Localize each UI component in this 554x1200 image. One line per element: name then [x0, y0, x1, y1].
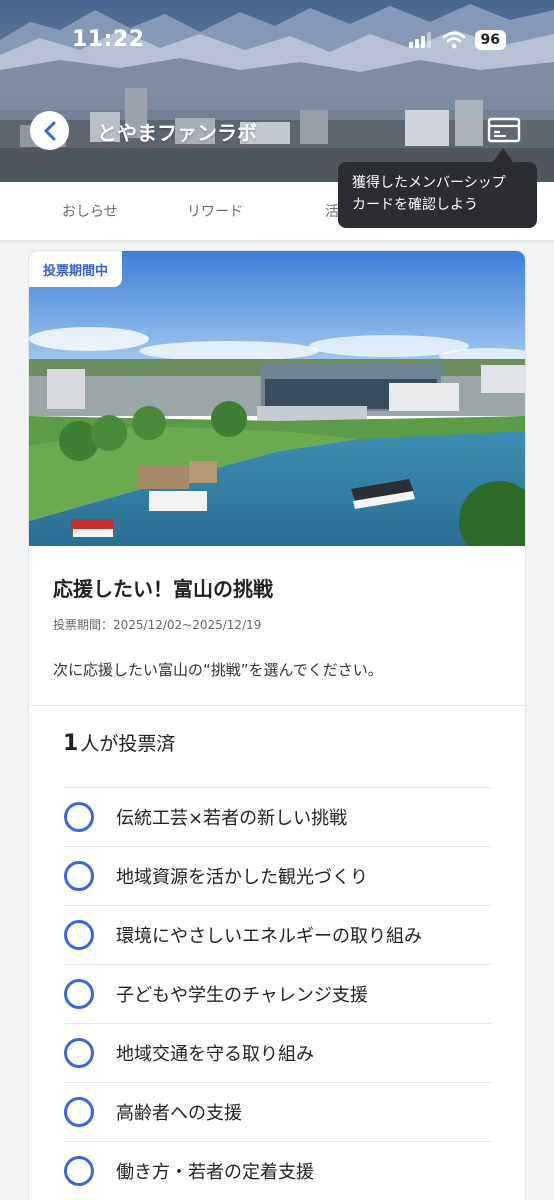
poll-hero-image	[29, 251, 525, 546]
radio-button[interactable]	[64, 920, 94, 950]
poll-option[interactable]: 地域資源を活かした観光づくり	[64, 846, 491, 905]
poll-options: 伝統工芸×若者の新しい挑戦 地域資源を活かした観光づくり 環境にやさしいエネルギ…	[64, 787, 491, 1200]
chevron-left-icon	[44, 121, 55, 140]
vote-count-label: 人が投票済	[80, 733, 176, 755]
radio-button[interactable]	[64, 1038, 94, 1068]
poll-option[interactable]: 働き方・若者の定着支援	[64, 1141, 491, 1200]
cellular-signal-icon	[408, 32, 431, 48]
battery-indicator: 96	[474, 30, 506, 50]
tooltip-arrow	[493, 148, 513, 162]
back-button[interactable]	[30, 111, 69, 150]
poll-option[interactable]: 地域交通を守る取り組み	[64, 1023, 491, 1082]
status-bar: 11:22 96	[0, 0, 554, 80]
option-label: 働き方・若者の定着支援	[116, 1162, 314, 1183]
tooltip-line-1: 獲得したメンバーシップ	[352, 175, 506, 191]
poll-option[interactable]: 環境にやさしいエネルギーの取り組み	[64, 905, 491, 964]
vote-period: 投票期間：2025/12/02~2025/12/19	[53, 618, 262, 632]
membership-card-tooltip[interactable]: 獲得したメンバーシップ カードを確認しよう	[338, 162, 537, 228]
option-label: 子どもや学生のチャレンジ支援	[116, 985, 368, 1006]
radio-button[interactable]	[64, 979, 94, 1009]
voting-status-badge: 投票期間中	[29, 251, 123, 287]
option-label: 地域交通を守る取り組み	[116, 1044, 314, 1065]
option-label: 地域資源を活かした観光づくり	[116, 867, 368, 888]
status-icons: 96	[408, 30, 506, 50]
poll-option[interactable]: 高齢者への支援	[64, 1082, 491, 1141]
divider	[29, 705, 525, 706]
app-title: とやまファンラボ	[97, 121, 257, 145]
option-label: 環境にやさしいエネルギーの取り組み	[116, 926, 422, 947]
vote-count-number: 1	[63, 731, 79, 756]
tooltip-line-2: カードを確認しよう	[352, 197, 478, 213]
app-header: 11:22 96 とやまファンラボ	[0, 0, 554, 182]
poll-title: 応援したい！富山の挑戦	[53, 577, 273, 601]
tab-rewards[interactable]: リワード	[187, 201, 243, 221]
radio-button[interactable]	[64, 1097, 94, 1127]
status-time: 11:22	[72, 27, 145, 52]
poll-description: 次に応援したい富山の“挑戦”を選んでください。	[53, 661, 383, 679]
option-label: 伝統工芸×若者の新しい挑戦	[116, 808, 348, 829]
vote-count: 1 人が投票済	[63, 729, 175, 756]
wifi-icon	[442, 31, 465, 49]
tab-activity[interactable]: 活	[325, 201, 339, 221]
option-label: 高齢者への支援	[116, 1103, 242, 1124]
radio-button[interactable]	[64, 802, 94, 832]
membership-card-button[interactable]	[485, 114, 523, 146]
tab-news[interactable]: おしらせ	[62, 201, 118, 221]
membership-card-icon	[487, 117, 521, 143]
radio-button[interactable]	[64, 861, 94, 891]
poll-option[interactable]: 伝統工芸×若者の新しい挑戦	[64, 787, 491, 846]
poll-option[interactable]: 子どもや学生のチャレンジ支援	[64, 964, 491, 1023]
radio-button[interactable]	[64, 1156, 94, 1186]
poll-card: 投票期間中 応援したい！富山の挑戦 投票期間：2025/12/02~2025/1…	[28, 250, 526, 1200]
